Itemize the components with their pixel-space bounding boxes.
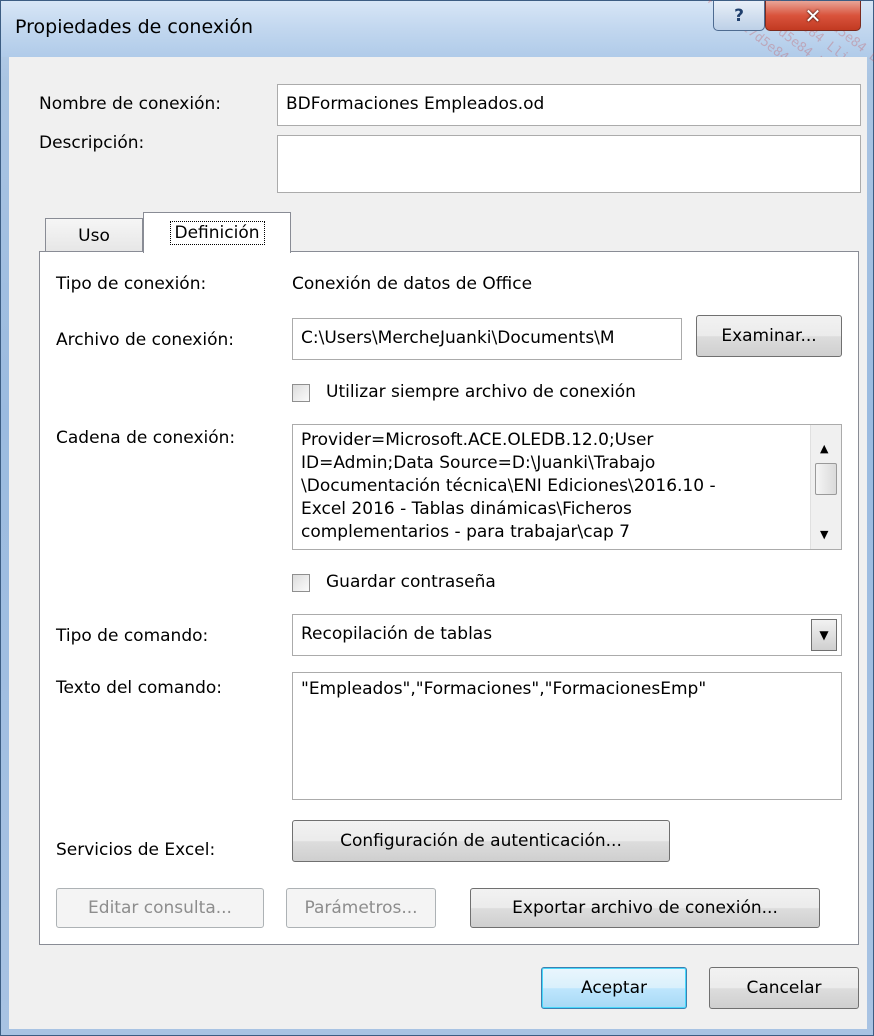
window-title: Propiedades de conexión [15, 16, 254, 38]
excel-services-label: Servicios de Excel: [56, 840, 216, 860]
tab-uso-label: Uso [78, 225, 110, 246]
command-text-textarea[interactable]: "Empleados","Formaciones","FormacionesEm… [292, 672, 842, 800]
description-input[interactable] [277, 135, 861, 193]
command-type-select[interactable]: Recopilación de tablas ▼ [292, 614, 842, 656]
help-button[interactable]: ? [713, 1, 765, 31]
connection-string-label: Cadena de conexión: [56, 428, 236, 448]
scroll-down-icon[interactable]: ▼ [820, 523, 828, 546]
always-use-file-checkbox[interactable] [292, 384, 310, 402]
command-type-value: Recopilación de tablas [301, 624, 493, 644]
title-bar[interactable]: Propiedades de conexión 4-ead6c7d5e84 Ll… [1, 0, 874, 99]
dialog-body: Nombre de conexión: BDFormaciones Emplea… [9, 57, 867, 1029]
chevron-down-icon[interactable]: ▼ [811, 619, 837, 651]
tab-definicion[interactable]: Definición [143, 212, 291, 253]
save-password-label[interactable]: Guardar contraseña [326, 572, 496, 592]
connection-name-label: Nombre de conexión: [39, 94, 221, 114]
command-text-label: Texto del comando: [56, 678, 222, 698]
description-label: Descripción: [39, 133, 145, 153]
connection-string-textarea[interactable]: Provider=Microsoft.ACE.OLEDB.12.0;User I… [292, 424, 842, 550]
parameters-button[interactable]: Parámetros... [286, 888, 436, 928]
close-icon: ✕ [804, 3, 822, 28]
scroll-thumb[interactable] [815, 463, 837, 495]
help-icon: ? [734, 5, 744, 26]
connection-file-label: Archivo de conexión: [56, 330, 234, 350]
always-use-file-label[interactable]: Utilizar siempre archivo de conexión [326, 382, 636, 402]
connection-string-scrollbar[interactable]: ▲ ▼ [810, 425, 841, 549]
save-password-checkbox[interactable] [292, 574, 310, 592]
connection-properties-dialog: Propiedades de conexión 4-ead6c7d5e84 Ll… [0, 0, 874, 1036]
tab-uso[interactable]: Uso [45, 218, 143, 252]
ok-button[interactable]: Aceptar [541, 967, 687, 1009]
export-connection-file-button[interactable]: Exportar archivo de conexión... [470, 888, 820, 928]
scroll-up-icon[interactable]: ▲ [820, 437, 828, 460]
command-type-label: Tipo de comando: [56, 626, 209, 646]
tab-definicion-label: Definición [169, 221, 265, 245]
edit-query-button[interactable]: Editar consulta... [56, 888, 264, 928]
connection-type-label: Tipo de conexión: [56, 274, 207, 294]
authentication-settings-button[interactable]: Configuración de autenticación... [292, 820, 670, 862]
definition-panel: Tipo de conexión: Conexión de datos de O… [39, 251, 859, 945]
connection-type-value: Conexión de datos de Office [292, 274, 533, 294]
cancel-button[interactable]: Cancelar [709, 967, 859, 1009]
connection-name-input[interactable]: BDFormaciones Empleados.od [277, 84, 861, 126]
connection-file-input[interactable]: C:\Users\MercheJuanki\Documents\M [292, 318, 682, 360]
close-button[interactable]: ✕ [765, 1, 861, 31]
browse-button[interactable]: Examinar... [696, 315, 842, 357]
